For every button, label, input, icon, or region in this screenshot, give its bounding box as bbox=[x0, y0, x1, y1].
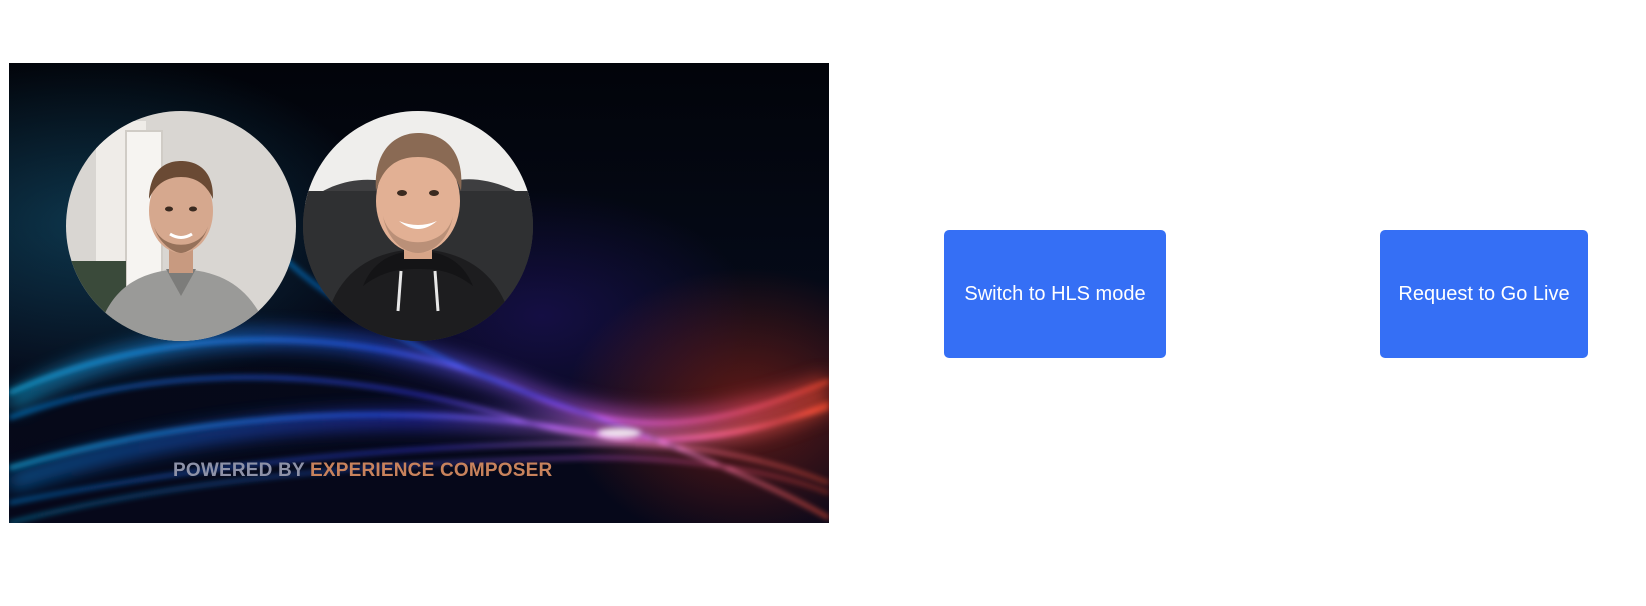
participant-video-2 bbox=[303, 111, 533, 341]
participant-1-image bbox=[66, 111, 296, 341]
powered-by-watermark: POWERED BY EXPERIENCE COMPOSER bbox=[173, 460, 552, 482]
watermark-brand: EXPERIENCE COMPOSER bbox=[310, 460, 553, 481]
participant-video-1 bbox=[66, 111, 296, 341]
participant-2-image bbox=[303, 111, 533, 341]
page: POWERED BY EXPERIENCE COMPOSER Switch to… bbox=[0, 0, 1646, 606]
video-composition-stage: POWERED BY EXPERIENCE COMPOSER bbox=[9, 63, 829, 523]
request-go-live-button[interactable]: Request to Go Live bbox=[1380, 230, 1588, 358]
switch-to-hls-button[interactable]: Switch to HLS mode bbox=[944, 230, 1166, 358]
watermark-prefix: POWERED BY bbox=[173, 460, 305, 481]
